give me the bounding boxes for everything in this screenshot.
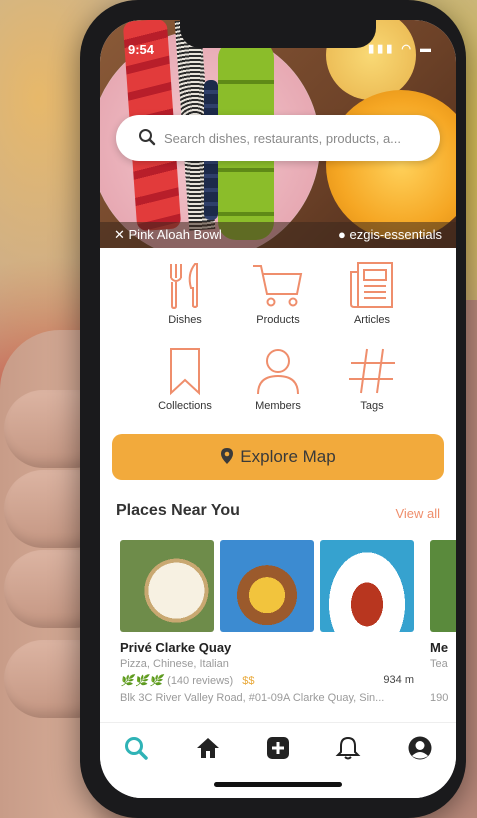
price-level: $$ (242, 675, 255, 687)
place-photo (320, 540, 414, 632)
notch (180, 20, 376, 48)
section-title: Places Near You (116, 502, 240, 519)
place-meta: 🌿🌿🌿 (140 reviews) $$ 934 m (120, 674, 414, 687)
search-bar[interactable] (116, 115, 440, 161)
cart-icon (253, 265, 303, 307)
search-icon (139, 129, 156, 146)
home-icon (197, 738, 219, 758)
nav-add[interactable] (258, 735, 298, 765)
person-icon (257, 349, 299, 395)
user-credit[interactable]: ● ezgis-essentials (338, 227, 442, 242)
place-card[interactable]: Me Tea 190 (426, 534, 456, 706)
place-address: 190 (430, 692, 449, 704)
place-photo (120, 540, 214, 632)
place-name: Me (430, 640, 449, 655)
place-photo (220, 540, 314, 632)
orange-juice (326, 90, 456, 240)
category-label: Collections (158, 400, 212, 412)
place-name: Privé Clarke Quay (120, 640, 232, 655)
category-members[interactable]: Members (230, 346, 326, 428)
category-dishes[interactable]: Dishes (137, 260, 233, 342)
profile-icon (408, 736, 432, 760)
user-icon: ● (338, 227, 350, 242)
add-square-icon (267, 737, 289, 759)
category-label: Articles (353, 314, 391, 326)
place-cuisine: Tea (430, 658, 448, 670)
explore-map-button[interactable]: Explore Map (112, 434, 444, 480)
status-time: 9:54 (128, 42, 155, 57)
search-input[interactable] (164, 127, 434, 149)
place-address: Blk 3C River Valley Road, #01-09A Clarke… (120, 692, 385, 704)
place-card[interactable]: Privé Clarke Quay Pizza, Chinese, Italia… (114, 534, 416, 706)
search-icon (125, 737, 148, 760)
nav-home[interactable] (188, 735, 228, 765)
category-label: Dishes (168, 314, 202, 326)
home-indicator (214, 782, 342, 787)
newspaper-icon (350, 262, 393, 308)
category-label: Products (256, 314, 300, 326)
review-count: (140 reviews) (167, 675, 234, 687)
bell-icon (335, 736, 361, 760)
nav-search[interactable] (116, 735, 156, 765)
nav-profile[interactable] (400, 735, 440, 765)
fork-knife-icon (170, 263, 198, 310)
explore-map-label: Explore Map (240, 447, 336, 466)
category-tags[interactable]: Tags (324, 346, 420, 428)
phone-screen: 9:54 ▮▮▮ ◠ ▬ ✕ Pink Aloah Bowl ● ezgis-e… (100, 20, 456, 798)
category-label: Members (255, 400, 301, 412)
utensils-icon: ✕ (114, 227, 129, 242)
photo-credit-bar: ✕ Pink Aloah Bowl ● ezgis-essentials (100, 222, 456, 248)
dish-credit-label: Pink Aloah Bowl (128, 227, 222, 242)
user-credit-label: ezgis-essentials (349, 227, 443, 242)
place-photo (430, 540, 456, 632)
rating-leaves-icon: 🌿🌿🌿 (120, 675, 165, 687)
category-label: Tags (360, 400, 384, 412)
bookmark-icon (170, 348, 200, 396)
place-distance: 934 m (383, 674, 414, 686)
category-collections[interactable]: Collections (137, 346, 233, 428)
category-articles[interactable]: Articles (324, 260, 420, 342)
map-pin-icon (221, 448, 234, 464)
category-grid: Dishes Products Articles Collections Mem… (100, 260, 456, 430)
view-all-link[interactable]: View all (395, 506, 440, 521)
place-cuisine: Pizza, Chinese, Italian (120, 658, 229, 670)
category-products[interactable]: Products (230, 260, 326, 342)
hashtag-icon (349, 348, 395, 394)
nav-notifications[interactable] (328, 735, 368, 765)
dish-credit[interactable]: ✕ Pink Aloah Bowl (114, 227, 222, 243)
status-icons: ▮▮▮ ◠ ▬ (368, 43, 434, 55)
